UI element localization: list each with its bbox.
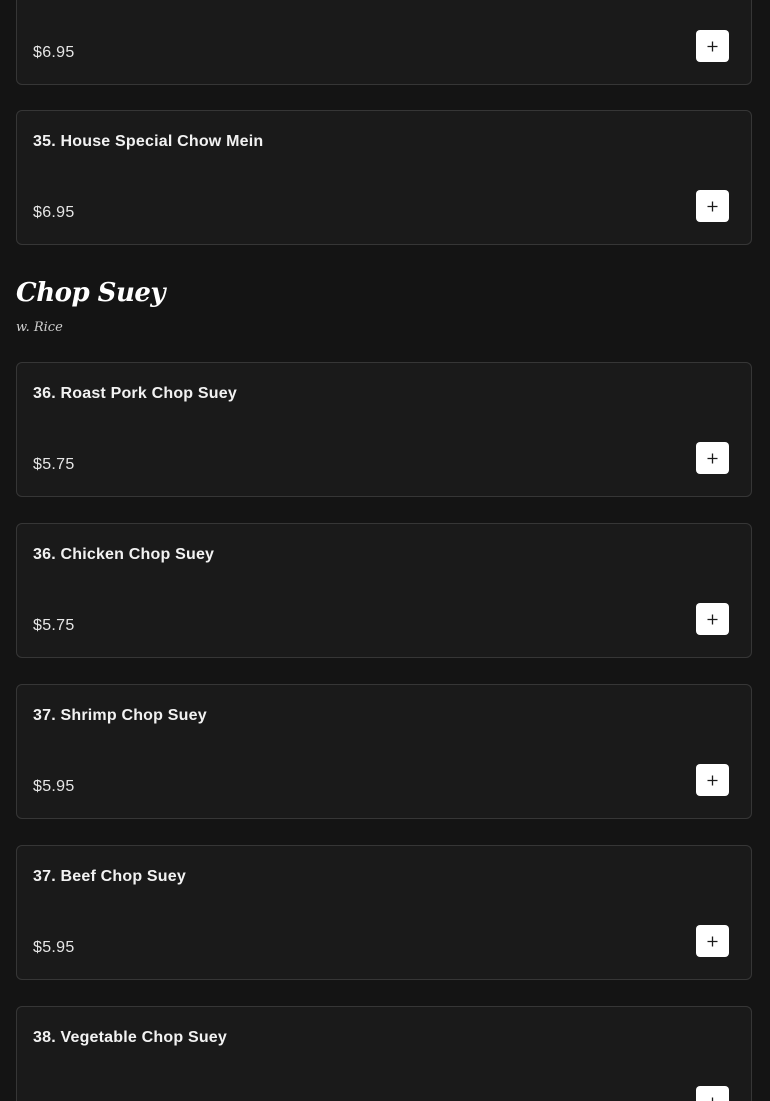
plus-icon <box>707 201 718 211</box>
add-to-cart-button[interactable] <box>696 30 729 62</box>
item-price: $6.95 <box>33 44 75 61</box>
menu-page: $6.95 35. House Special Chow Mein $6.95 … <box>0 0 770 1101</box>
menu-item-card[interactable]: 36. Roast Pork Chop Suey $5.75 <box>16 362 752 497</box>
plus-icon <box>707 775 718 785</box>
menu-item-card[interactable]: 36. Chicken Chop Suey $5.75 <box>16 523 752 658</box>
menu-item-card[interactable]: 38. Vegetable Chop Suey <box>16 1006 752 1101</box>
plus-icon <box>707 614 718 624</box>
item-name: 36. Chicken Chop Suey <box>33 546 215 563</box>
item-price: $5.95 <box>33 778 75 795</box>
menu-item-card[interactable]: 37. Shrimp Chop Suey $5.95 <box>16 684 752 819</box>
section-subtitle: w. Rice <box>16 320 63 335</box>
item-price: $5.75 <box>33 456 75 473</box>
item-name: 35. House Special Chow Mein <box>33 133 264 150</box>
plus-icon <box>707 453 718 463</box>
menu-item-card[interactable]: 37. Beef Chop Suey $5.95 <box>16 845 752 980</box>
item-name: 38. Vegetable Chop Suey <box>33 1029 227 1046</box>
add-to-cart-button[interactable] <box>696 1086 729 1101</box>
add-to-cart-button[interactable] <box>696 925 729 957</box>
plus-icon <box>707 936 718 946</box>
item-price: $5.75 <box>33 617 75 634</box>
add-to-cart-button[interactable] <box>696 190 729 222</box>
item-name: 37. Beef Chop Suey <box>33 868 186 885</box>
item-name: 36. Roast Pork Chop Suey <box>33 385 237 402</box>
add-to-cart-button[interactable] <box>696 442 729 474</box>
menu-item-card[interactable]: $6.95 <box>16 0 752 85</box>
plus-icon <box>711 1097 714 1101</box>
item-price: $6.95 <box>33 204 75 221</box>
item-name: 37. Shrimp Chop Suey <box>33 707 207 724</box>
item-price: $5.95 <box>33 939 75 956</box>
add-to-cart-button[interactable] <box>696 764 729 796</box>
section-title: Chop Suey <box>16 278 166 308</box>
menu-item-card[interactable]: 35. House Special Chow Mein $6.95 <box>16 110 752 245</box>
add-to-cart-button[interactable] <box>696 603 729 635</box>
plus-icon <box>707 41 718 51</box>
